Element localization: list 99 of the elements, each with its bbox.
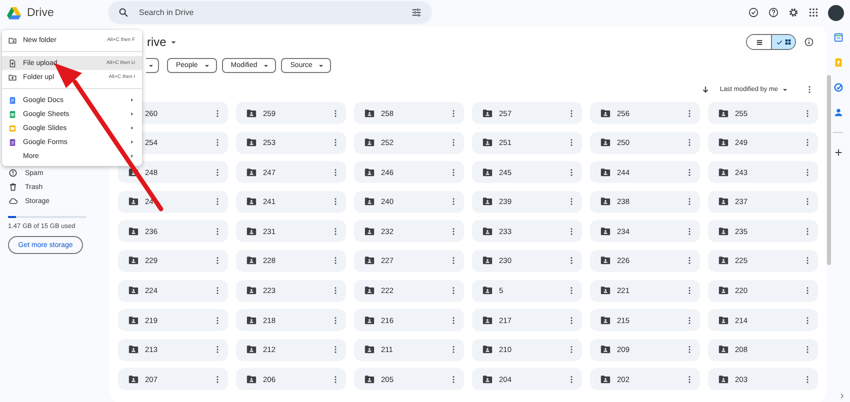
check-icon	[776, 38, 782, 46]
shared-folder-icon	[364, 108, 375, 118]
shared-folder-icon	[718, 166, 729, 178]
grid-view-button[interactable]	[771, 35, 795, 49]
shared-folder-icon	[600, 374, 611, 385]
shared-folder-icon	[600, 285, 611, 296]
sort-direction-icon[interactable]	[700, 85, 710, 94]
shared-folder-icon	[482, 374, 493, 385]
shared-folder-icon	[246, 314, 257, 326]
app-name: Drive	[27, 6, 54, 18]
person-icon[interactable]	[832, 107, 844, 118]
shared-folder-icon	[482, 108, 493, 118]
check-circle-icon[interactable]	[748, 7, 759, 18]
shared-folder-icon	[482, 344, 493, 356]
submenu-arrow-icon	[129, 139, 135, 145]
submenu-arrow-icon	[129, 97, 135, 103]
shared-folder-icon	[246, 374, 257, 385]
shared-folder-icon	[718, 314, 729, 326]
shared-folder-icon	[364, 166, 375, 178]
shared-folder-icon	[718, 255, 729, 266]
shared-folder-icon	[364, 226, 375, 237]
sliders-icon[interactable]	[411, 7, 422, 18]
check-circle-icon[interactable]	[832, 82, 844, 93]
shared-folder-icon	[364, 196, 375, 208]
presentation-icon	[8, 124, 17, 132]
shared-folder-icon	[718, 344, 729, 356]
submenu-arrow-icon	[129, 111, 135, 117]
shared-folder-icon	[128, 344, 139, 356]
grid-icon	[784, 38, 792, 46]
shared-folder-icon	[246, 137, 257, 148]
shared-folder-icon	[482, 314, 493, 326]
chevron-right-icon[interactable]	[838, 392, 846, 400]
shared-folder-icon	[246, 255, 257, 266]
drive-logo-icon[interactable]	[6, 6, 22, 20]
view-toggle[interactable]	[746, 34, 796, 50]
shared-folder-icon	[128, 226, 139, 237]
page-title[interactable]: rive	[147, 35, 166, 49]
shared-folder-icon	[600, 226, 611, 237]
shared-folder-icon	[718, 285, 729, 296]
shared-folder-icon	[482, 285, 493, 296]
shared-folder-icon	[246, 108, 257, 118]
shared-folder-icon	[246, 196, 257, 208]
help-icon[interactable]	[768, 7, 779, 18]
submenu-arrow-icon	[129, 125, 135, 131]
shared-folder-icon	[718, 226, 729, 237]
add-icon[interactable]	[832, 147, 844, 158]
shared-folder-icon	[246, 344, 257, 356]
spreadsheet-icon	[8, 110, 17, 118]
shared-folder-icon	[600, 166, 611, 178]
shared-folder-icon	[718, 137, 729, 148]
settings-icon[interactable]	[788, 7, 799, 18]
shared-folder-icon	[600, 137, 611, 148]
shared-folder-icon	[482, 137, 493, 148]
search-field[interactable]: Search in Drive	[108, 1, 432, 24]
shared-folder-icon	[364, 137, 375, 148]
scrollbar[interactable]	[827, 75, 831, 265]
shared-folder-icon	[246, 285, 257, 296]
new-folder-icon	[8, 36, 17, 44]
shared-folder-icon	[128, 314, 139, 326]
shared-folder-icon	[246, 166, 257, 178]
search-icon[interactable]	[118, 7, 129, 18]
shared-folder-icon	[482, 196, 493, 208]
submenu-arrow-icon	[129, 153, 135, 159]
shared-folder-icon	[364, 255, 375, 266]
calendar-icon[interactable]	[832, 32, 844, 43]
shared-folder-icon	[718, 374, 729, 385]
shared-folder-icon	[364, 314, 375, 326]
shared-folder-icon	[128, 255, 139, 266]
info-icon[interactable]	[804, 37, 814, 47]
shared-folder-icon	[364, 374, 375, 385]
shared-folder-icon	[600, 108, 611, 118]
cloud-icon	[8, 196, 18, 206]
shared-folder-icon	[128, 166, 139, 178]
shared-folder-icon	[718, 108, 729, 118]
search-input[interactable]: Search in Drive	[137, 7, 403, 18]
folder-upload-icon	[8, 72, 17, 82]
shared-folder-icon	[600, 196, 611, 208]
list-icon	[754, 38, 764, 46]
shared-folder-icon	[364, 344, 375, 356]
shared-folder-icon	[364, 285, 375, 296]
alert-icon	[8, 168, 18, 178]
shared-folder-icon	[246, 226, 257, 237]
shared-folder-icon	[482, 226, 493, 237]
shared-folder-icon	[128, 285, 139, 296]
file-upload-icon	[8, 58, 17, 68]
shared-folder-icon	[128, 196, 139, 208]
avatar[interactable]	[828, 4, 844, 20]
shared-folder-icon	[718, 196, 729, 208]
shared-folder-icon	[600, 255, 611, 266]
document-icon	[8, 96, 17, 104]
shared-folder-icon	[600, 314, 611, 326]
shared-folder-icon	[482, 166, 493, 178]
shared-folder-icon	[128, 374, 139, 385]
shared-folder-icon	[482, 255, 493, 266]
apps-grid-icon[interactable]	[808, 7, 819, 18]
filter-chip[interactable]	[146, 58, 159, 73]
shared-folder-icon	[600, 344, 611, 356]
form-icon	[8, 138, 17, 146]
trash-icon	[8, 182, 18, 192]
